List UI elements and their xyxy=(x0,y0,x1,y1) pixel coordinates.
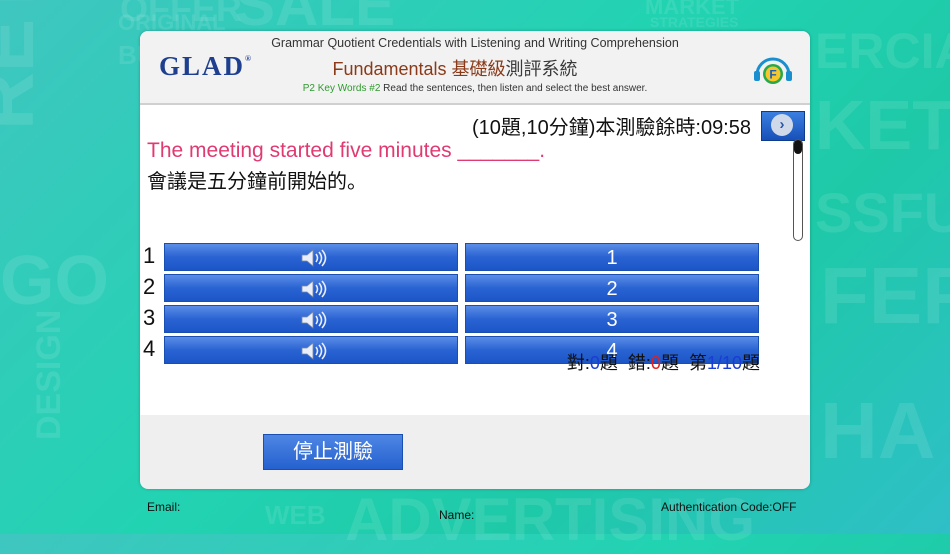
bg-word: FEF xyxy=(820,251,950,340)
correct-label: 對: xyxy=(566,353,590,373)
subtitle-text: Read the sentences, then listen and sele… xyxy=(383,83,648,94)
scrollbar-thumb[interactable] xyxy=(794,140,802,154)
chevron-right-icon: › xyxy=(771,114,793,136)
auth-code-label: Authentication Code:OFF xyxy=(661,500,797,514)
speaker-icon xyxy=(301,342,327,360)
bg-word: ERCIA xyxy=(815,23,950,79)
bg-word: SSFU xyxy=(815,181,950,244)
timer-text: (10題,10分鐘)本測驗餘時:09:58 xyxy=(472,117,751,139)
level-zh-a: 基礎級 xyxy=(451,59,506,79)
bg-word: OFFER xyxy=(120,0,242,29)
question-text: The meeting started five minutes _______… xyxy=(147,139,546,162)
option-number: 3 xyxy=(143,305,156,330)
subtitle-tag: P2 Key Words #2 xyxy=(302,83,381,94)
bg-word: GO xyxy=(0,241,109,319)
option-number: 2 xyxy=(143,274,156,299)
answer-label: 1 xyxy=(606,247,618,269)
level-en: Fundamentals xyxy=(332,59,447,79)
option-number: 4 xyxy=(143,336,156,361)
badge-letter: F xyxy=(769,68,776,82)
score-summary: 對:0題 錯:0題 第1/10題 xyxy=(567,349,760,375)
play-audio-button-2[interactable] xyxy=(164,274,458,302)
bg-word: KET xyxy=(815,86,950,164)
answer-label: 2 xyxy=(606,278,618,300)
bg-word: DESIGN xyxy=(30,309,68,440)
bg-word: ADVERTISING xyxy=(345,486,756,553)
wrong-count: 0 xyxy=(650,353,661,373)
play-audio-button-4[interactable] xyxy=(164,336,458,364)
answer-button-1[interactable]: 1 xyxy=(465,243,759,271)
answer-button-3[interactable]: 3 xyxy=(465,305,759,333)
wrong-label: 錯: xyxy=(627,353,651,373)
option-number: 1 xyxy=(143,243,156,268)
bg-word: RETAILING xyxy=(0,0,52,130)
level-zh-b: 測評系統 xyxy=(505,59,578,79)
progress-unit: 題 xyxy=(742,353,760,373)
fundamentals-badge-icon: F xyxy=(754,57,792,84)
bg-word: STRATEGIES xyxy=(650,14,739,30)
quiz-panel: GLAD® Grammar Quotient Credentials with … xyxy=(140,31,810,489)
question-area: (10題,10分鐘)本測驗餘時:09:58 › The meeting star… xyxy=(140,105,810,415)
bg-word: WEB xyxy=(265,500,326,530)
play-audio-button-1[interactable] xyxy=(164,243,458,271)
header: GLAD® Grammar Quotient Credentials with … xyxy=(140,31,810,105)
wrong-unit: 題 xyxy=(660,353,679,373)
progress-count: 1/10 xyxy=(706,353,742,373)
question-translation: 會議是五分鐘前開始的。 xyxy=(147,171,367,193)
bg-word: HA xyxy=(820,386,936,475)
speaker-icon xyxy=(301,280,327,298)
correct-unit: 題 xyxy=(599,353,618,373)
speaker-icon xyxy=(301,249,327,267)
progress-label: 第 xyxy=(688,353,707,373)
header-title-en: Grammar Quotient Credentials with Listen… xyxy=(271,36,679,50)
header-level: Fundamentals 基礎級測評系統 xyxy=(140,55,770,81)
header-subtitle: P2 Key Words #2 Read the sentences, then… xyxy=(140,83,810,94)
speaker-icon xyxy=(301,311,327,329)
answer-button-2[interactable]: 2 xyxy=(465,274,759,302)
email-label: Email: xyxy=(147,500,181,514)
scrollbar[interactable] xyxy=(793,139,803,241)
answer-label: 3 xyxy=(606,309,618,331)
bg-word: MARKET xyxy=(645,0,740,19)
correct-count: 0 xyxy=(589,353,600,373)
next-question-button[interactable]: › xyxy=(761,111,805,141)
stop-test-button[interactable]: 停止測驗 xyxy=(263,434,403,470)
name-label: Name: xyxy=(439,508,475,522)
play-audio-button-3[interactable] xyxy=(164,305,458,333)
